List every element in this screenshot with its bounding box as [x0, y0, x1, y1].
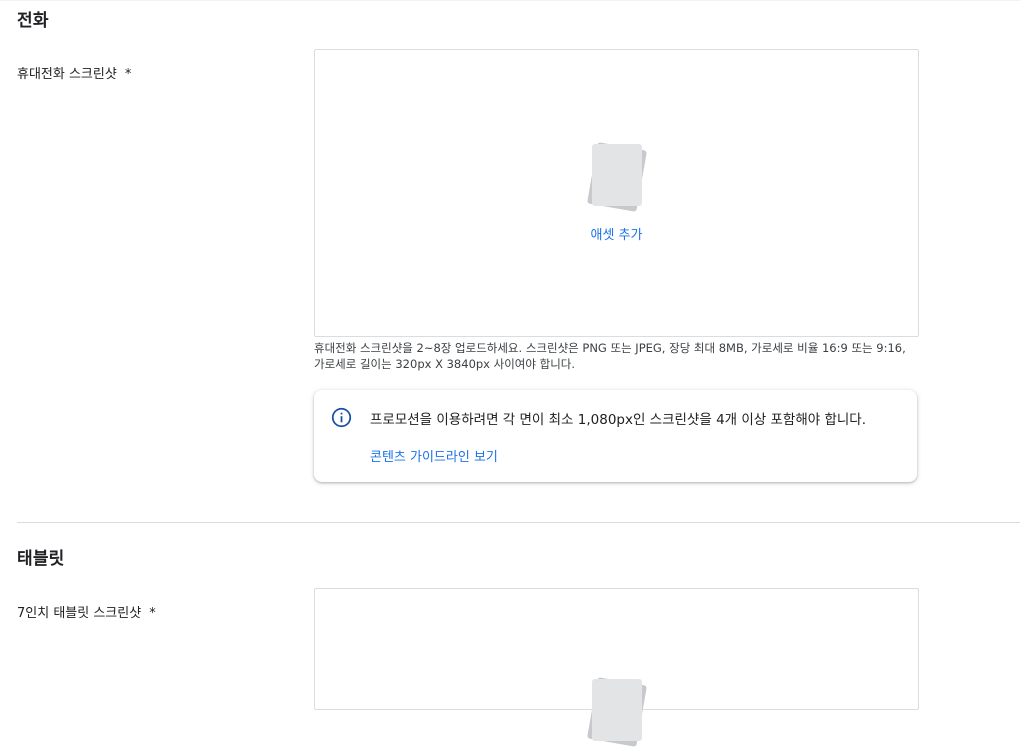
phone-screenshot-label-text: 휴대전화 스크린샷: [17, 67, 117, 82]
top-divider: [0, 0, 1020, 1]
asset-placeholder-icon: [587, 142, 647, 212]
info-icon: [331, 407, 352, 428]
promotion-info-card: 프로모션을 이용하려면 각 면이 최소 1,080px인 스크린샷을 4개 이상…: [314, 390, 917, 482]
add-asset-button[interactable]: 애셋 추가: [315, 224, 918, 243]
asset-placeholder-icon: [587, 677, 647, 747]
promotion-requirement-text: 프로모션을 이용하려면 각 면이 최소 1,080px인 스크린샷을 4개 이상…: [370, 412, 867, 428]
required-mark: *: [149, 606, 156, 621]
required-mark: *: [124, 67, 132, 82]
content-guidelines-link[interactable]: 콘텐츠 가이드라인 보기: [370, 446, 498, 465]
tablet-screenshot-label: 7인치 태블릿 스크린샷 *: [17, 602, 156, 621]
tablet-screenshot-label-text: 7인치 태블릿 스크린샷: [17, 606, 142, 621]
section-title-phone: 전화: [17, 11, 49, 31]
phone-screenshot-label: 휴대전화 스크린샷 *: [17, 63, 131, 82]
phone-screenshot-hint: 휴대전화 스크린샷을 2~8장 업로드하세요. 스크린샷은 PNG 또는 JPE…: [314, 341, 906, 371]
section-divider: [17, 522, 1020, 523]
phone-screenshot-dropzone[interactable]: 애셋 추가: [314, 49, 919, 337]
tablet-screenshot-dropzone[interactable]: [314, 588, 919, 747]
section-title-tablet: 태블릿: [17, 549, 65, 569]
